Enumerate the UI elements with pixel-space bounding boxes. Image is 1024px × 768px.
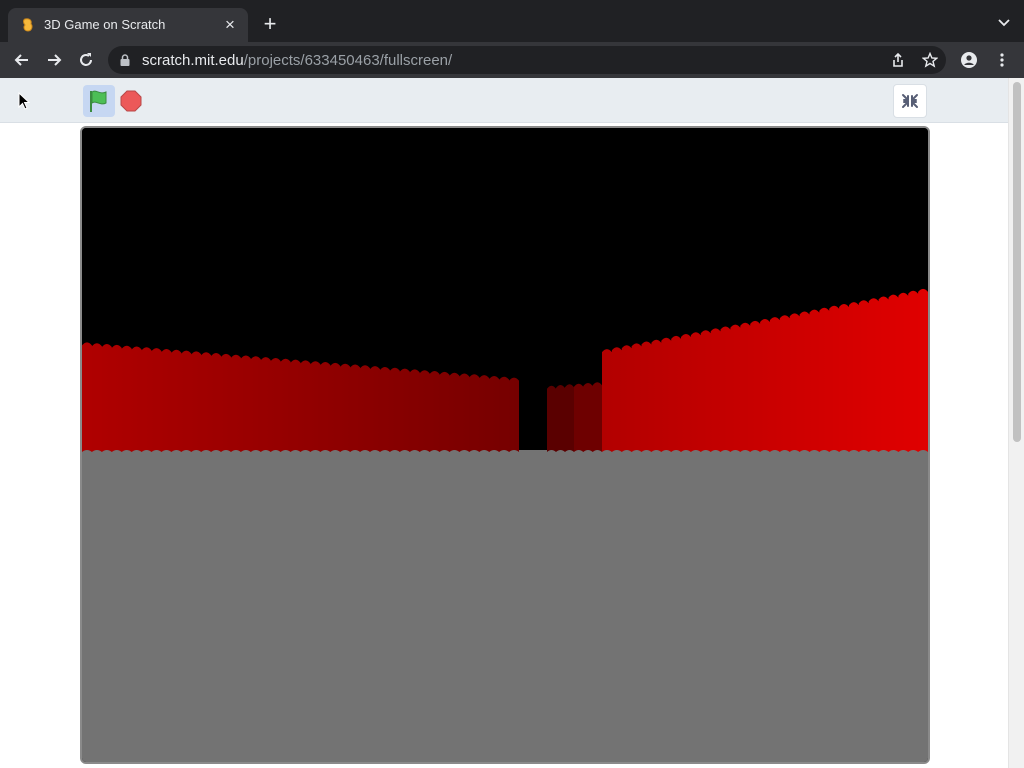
lock-icon[interactable] bbox=[120, 54, 130, 66]
close-icon[interactable]: × bbox=[220, 15, 240, 35]
stop-sign-icon[interactable] bbox=[120, 90, 142, 112]
exit-fullscreen-icon bbox=[902, 94, 918, 108]
browser-toolbar: scratch.mit.edu/projects/633450463/fulls… bbox=[0, 42, 1024, 78]
share-icon[interactable] bbox=[890, 52, 906, 68]
wall-far bbox=[547, 384, 574, 452]
profile-icon[interactable] bbox=[961, 52, 977, 68]
url-path: /projects/633450463/fullscreen/ bbox=[243, 52, 453, 69]
scrollbar-thumb[interactable] bbox=[1013, 82, 1021, 442]
page-scrollbar[interactable] bbox=[1008, 78, 1024, 768]
scratch-cat-icon bbox=[23, 18, 33, 32]
forward-arrow-icon[interactable] bbox=[44, 50, 64, 70]
kebab-menu-icon[interactable] bbox=[994, 52, 1010, 68]
url-host: scratch.mit.edu bbox=[142, 52, 244, 69]
url-text[interactable]: scratch.mit.edu/projects/633450463/fulls… bbox=[142, 52, 452, 69]
plus-icon[interactable]: + bbox=[259, 13, 281, 35]
wall-far-2 bbox=[574, 382, 602, 452]
reload-icon[interactable] bbox=[76, 50, 96, 70]
stage-header bbox=[0, 78, 1008, 123]
exit-fullscreen-button[interactable] bbox=[893, 84, 927, 118]
project-stage[interactable] bbox=[80, 126, 930, 764]
green-flag-button[interactable] bbox=[83, 85, 115, 117]
green-flag-icon bbox=[90, 90, 107, 112]
browser-tab[interactable]: 3D Game on Scratch × bbox=[8, 8, 248, 42]
address-bar[interactable]: scratch.mit.edu/projects/633450463/fulls… bbox=[108, 46, 946, 74]
mouse-cursor-icon bbox=[18, 92, 30, 110]
browser-tab-strip: 3D Game on Scratch × + bbox=[0, 0, 1024, 42]
floor bbox=[82, 450, 928, 762]
back-arrow-icon[interactable] bbox=[12, 50, 32, 70]
star-icon[interactable] bbox=[922, 52, 938, 68]
tab-title: 3D Game on Scratch bbox=[44, 17, 166, 32]
chevron-down-icon[interactable] bbox=[996, 14, 1012, 30]
stage-canvas[interactable] bbox=[82, 128, 928, 762]
